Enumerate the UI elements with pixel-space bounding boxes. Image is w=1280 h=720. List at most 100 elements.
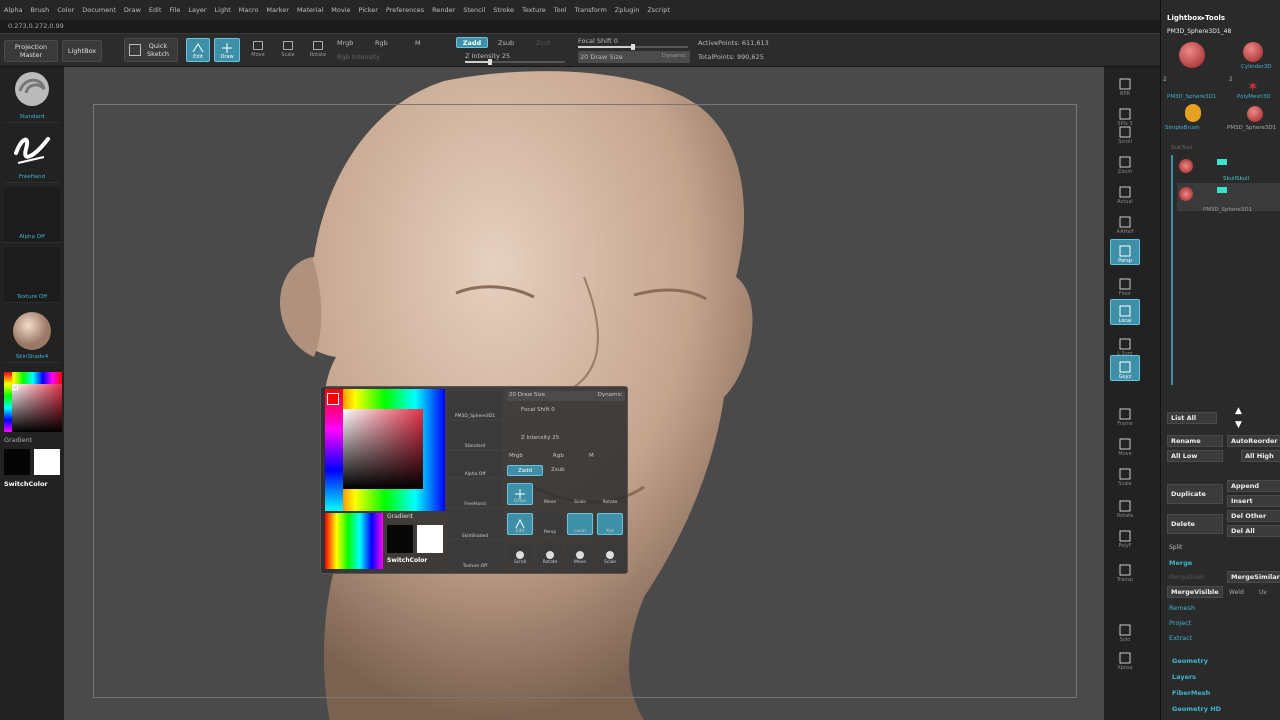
- popup-brush-slot[interactable]: Standard: [447, 421, 503, 449]
- del-all-button[interactable]: Del All: [1227, 525, 1280, 537]
- shelf-zoom-button[interactable]: Zoom: [1110, 149, 1140, 175]
- m-toggle[interactable]: M: [415, 39, 421, 47]
- popup-z-intensity-slider[interactable]: Z Intensity 25: [521, 435, 559, 441]
- all-low-button[interactable]: All Low: [1167, 450, 1223, 462]
- shelf-gxyz-button[interactable]: Gxyz: [1110, 355, 1140, 381]
- tool-thumb-sphere-2[interactable]: [1247, 106, 1263, 122]
- arrow-up-icon[interactable]: ▲: [1235, 406, 1245, 416]
- zcut-button[interactable]: Zcut: [536, 39, 551, 47]
- mergedown-button[interactable]: MergeDown: [1169, 574, 1205, 581]
- layers-menu[interactable]: Layers: [1172, 673, 1196, 681]
- menu-draw[interactable]: Draw: [124, 6, 141, 14]
- menu-macro[interactable]: Macro: [239, 6, 259, 14]
- merge-section[interactable]: Merge: [1169, 559, 1192, 567]
- popup-zsub-button[interactable]: Zsub: [551, 467, 565, 473]
- mergevisible-button[interactable]: MergeVisible: [1167, 586, 1223, 598]
- subtool-name-1[interactable]: SkullSkull: [1223, 176, 1249, 182]
- popup-draw-button[interactable]: Draw: [507, 483, 533, 505]
- color-picker[interactable]: [4, 372, 62, 432]
- draw-mode-button[interactable]: Draw: [214, 38, 240, 62]
- subtool-name-2[interactable]: PM3D_Sphere3D1: [1203, 207, 1252, 213]
- menu-layer[interactable]: Layer: [188, 6, 206, 14]
- move-mode-button[interactable]: Move: [246, 38, 270, 62]
- menu-tool[interactable]: Tool: [554, 6, 567, 14]
- popup-edit-button[interactable]: Edit: [507, 513, 533, 535]
- tool-label-sphere[interactable]: PM3D_Sphere3D1: [1167, 94, 1216, 100]
- shelf-frame-button[interactable]: Frame: [1110, 401, 1140, 427]
- menu-zplugin[interactable]: Zplugin: [615, 6, 640, 14]
- simplebrush-icon[interactable]: [1185, 104, 1201, 122]
- projection-master-button[interactable]: Projection Master: [4, 40, 58, 62]
- shelf-polyf-button[interactable]: PolyF: [1110, 523, 1140, 549]
- menu-alpha[interactable]: Alpha: [4, 6, 22, 14]
- rgb-toggle[interactable]: Rgb: [375, 39, 388, 47]
- popup-persp-button[interactable]: Persp: [537, 513, 563, 535]
- menu-color[interactable]: Color: [57, 6, 74, 14]
- shelf-transp-button[interactable]: Transp: [1110, 557, 1140, 583]
- subtool-visibility-2[interactable]: [1217, 187, 1227, 193]
- popup-stroke-slot[interactable]: FreeHand: [447, 479, 503, 507]
- edit-mode-button[interactable]: Edit: [186, 38, 210, 62]
- subtool-thumb-1[interactable]: [1179, 159, 1193, 173]
- lightbox-button[interactable]: LightBox: [62, 40, 102, 62]
- shelf-rotate-button[interactable]: Rotate: [1110, 493, 1140, 519]
- popup-local-button[interactable]: Local: [567, 513, 593, 535]
- weld-toggle[interactable]: Weld: [1229, 589, 1244, 596]
- alpha-slot[interactable]: Alpha Off: [4, 187, 60, 243]
- shelf-l-sym-button[interactable]: L.Sym: [1110, 331, 1140, 357]
- menu-stencil[interactable]: Stencil: [463, 6, 485, 14]
- material-slot[interactable]: SkinShade4: [4, 307, 60, 363]
- shelf-xpose-button[interactable]: Xpose: [1110, 645, 1140, 671]
- menu-movie[interactable]: Movie: [331, 6, 350, 14]
- texture-slot[interactable]: Texture Off: [4, 247, 60, 303]
- rotate-mode-button[interactable]: Rotate: [306, 38, 330, 62]
- remesh-section[interactable]: Remesh: [1169, 604, 1195, 612]
- color-cursor[interactable]: [12, 384, 18, 390]
- shelf-solo-button[interactable]: Solo: [1110, 617, 1140, 643]
- quick-sketch-button[interactable]: Quick Sketch: [124, 38, 178, 62]
- shelf-local-button[interactable]: Local: [1110, 299, 1140, 325]
- insert-button[interactable]: Insert: [1227, 495, 1280, 507]
- menu-transform[interactable]: Transform: [574, 6, 606, 14]
- project-section[interactable]: Project: [1169, 619, 1191, 627]
- shelf-actual-button[interactable]: Actual: [1110, 179, 1140, 205]
- popup-switchcolor-button[interactable]: SwitchColor: [387, 557, 427, 564]
- popup-material-slot[interactable]: SkinShade4: [447, 509, 503, 539]
- menu-brush[interactable]: Brush: [30, 6, 49, 14]
- brush-slot[interactable]: Standard: [4, 67, 60, 123]
- popup-m-toggle[interactable]: M: [589, 453, 594, 459]
- popup-scale-button[interactable]: Scale: [567, 483, 593, 505]
- popup-draw-size-slider[interactable]: 20 Draw Size Dynamic: [507, 391, 625, 401]
- shelf-aahalf-button[interactable]: AAHalf: [1110, 209, 1140, 235]
- shelf-scale-button[interactable]: Scale: [1110, 461, 1140, 487]
- popup-mini-picker[interactable]: [325, 513, 383, 569]
- append-button[interactable]: Append: [1227, 480, 1280, 492]
- subtool-thumb-2[interactable]: [1179, 187, 1193, 201]
- polymesh-star-icon[interactable]: ✶: [1247, 80, 1261, 94]
- menu-marker[interactable]: Marker: [266, 6, 288, 14]
- focal-shift-track[interactable]: [578, 44, 688, 50]
- hue-column[interactable]: [4, 372, 12, 432]
- menu-material[interactable]: Material: [297, 6, 323, 14]
- menu-texture[interactable]: Texture: [522, 6, 546, 14]
- shelf-scroll-button[interactable]: Scroll: [1110, 119, 1140, 145]
- zadd-button[interactable]: Zadd: [456, 37, 488, 48]
- scale-mode-button[interactable]: Scale: [276, 38, 300, 62]
- popup-secondary-swatch[interactable]: [417, 525, 443, 553]
- menu-render[interactable]: Render: [432, 6, 455, 14]
- menu-zscript[interactable]: Zscript: [647, 6, 670, 14]
- popup-texture-slot[interactable]: Texture Off: [447, 541, 503, 569]
- arrow-down-icon[interactable]: ▼: [1235, 420, 1245, 430]
- popup-move-nav-button[interactable]: Move: [567, 543, 593, 565]
- focal-shift-handle[interactable]: [631, 44, 635, 50]
- uv-toggle[interactable]: Uv: [1259, 589, 1267, 596]
- dynamic-toggle[interactable]: Dynamic: [662, 53, 686, 59]
- delete-button[interactable]: Delete: [1167, 514, 1223, 534]
- popup-xyz-button[interactable]: Xyz: [597, 513, 623, 535]
- popup-saturation-square[interactable]: [343, 409, 423, 489]
- popup-primary-swatch[interactable]: [387, 525, 413, 553]
- popup-focal-shift-slider[interactable]: Focal Shift 0: [521, 407, 555, 413]
- rename-button[interactable]: Rename: [1167, 435, 1223, 447]
- autoreorder-button[interactable]: AutoReorder: [1227, 435, 1280, 447]
- popup-mrgb-toggle[interactable]: Mrgb: [509, 453, 523, 459]
